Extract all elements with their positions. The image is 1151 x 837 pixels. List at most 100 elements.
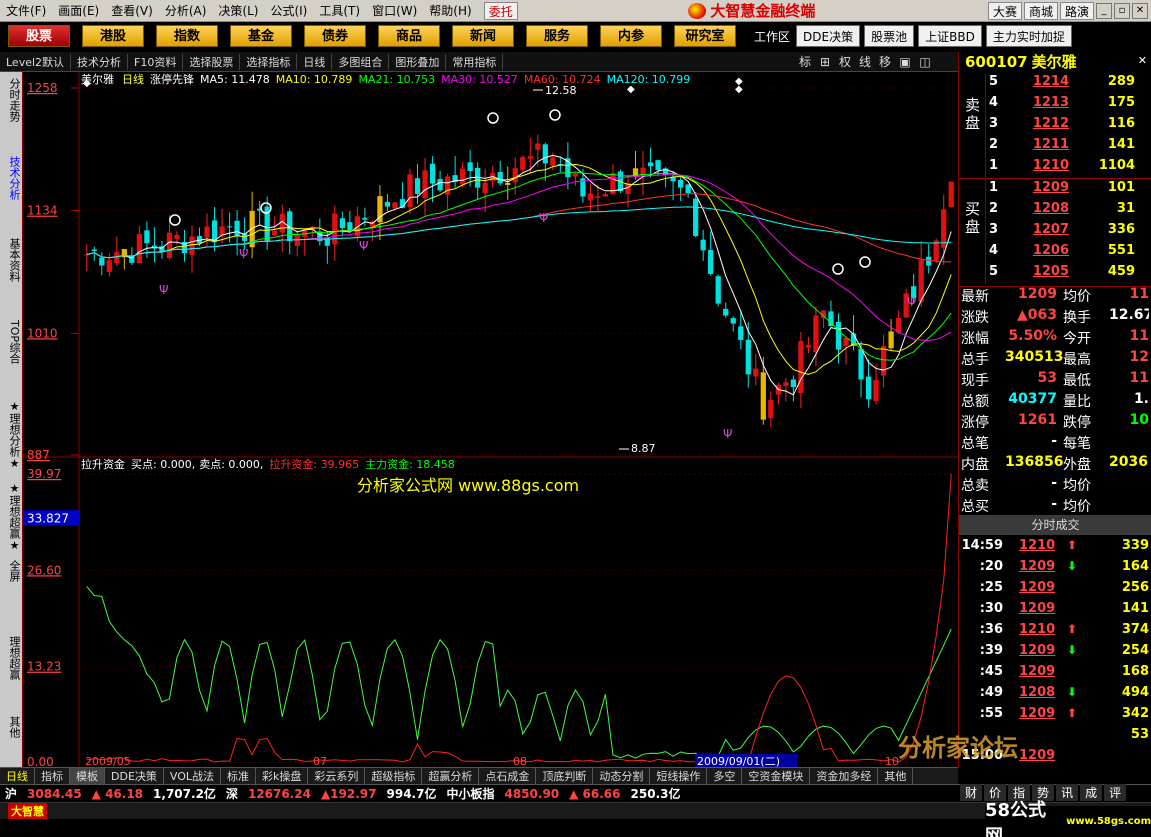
candle-body — [166, 232, 173, 259]
menu-file[interactable]: 文件(F) — [0, 0, 52, 22]
tab-fullscreen[interactable]: 全屏 — [2, 560, 21, 582]
stat-value: 11 — [1129, 370, 1149, 386]
stat-label: 总买 — [961, 499, 989, 515]
restore-icon[interactable]: ▫ — [1113, 2, 1130, 19]
crosshair-icon[interactable]: ⊞ — [815, 52, 835, 72]
ask-volume: 141 — [1107, 137, 1135, 152]
mall-button[interactable]: 商城 — [1023, 1, 1058, 20]
stat-value: - — [1051, 475, 1057, 491]
chart-svg[interactable]: 125811341010887美尔雅 日线 涨停先锋 MA5: 11.478 MA10:… — [23, 72, 959, 767]
nav-bonds[interactable]: 债券 — [304, 25, 366, 47]
nav-news[interactable]: 新闻 — [452, 25, 514, 47]
tab-ideal-analysis[interactable]: ★理想分析★ — [2, 400, 21, 470]
menu-tools[interactable]: 工具(T) — [313, 0, 366, 22]
delegate-button[interactable]: 委托 — [483, 1, 518, 20]
workspace-label[interactable]: 工作区 — [754, 28, 790, 45]
app-window: 文件(F) 画面(E) 查看(V) 分析(A) 决策(L) 公式(I) 工具(T… — [0, 0, 1151, 837]
indicator-tab[interactable]: 点石成金 — [479, 768, 537, 784]
stat-row: 涨跌 ▲063 换手 12.67 — [959, 307, 1151, 328]
indicator-tab[interactable]: VOL战法 — [164, 768, 222, 784]
nav-index[interactable]: 指数 — [156, 25, 218, 47]
indicator-tab[interactable]: 空资金模块 — [742, 768, 811, 784]
psi-marker-icon: Ψ — [723, 427, 732, 441]
tab-intraday[interactable]: 分时走势 — [2, 78, 21, 122]
toolbar-common-indicators[interactable]: 常用指标 — [446, 53, 504, 70]
indicator-tab[interactable]: 顶底判断 — [536, 768, 594, 784]
chart-area[interactable]: 1258 1134 1010 887 美尔雅 日线 涨停先锋 MA5: 11.478 MA10:… — [22, 72, 959, 767]
period-tab[interactable]: 日线 — [0, 768, 35, 784]
indicator-tab[interactable]: 彩k操盘 — [256, 768, 309, 784]
menu-help[interactable]: 帮助(H) — [423, 0, 477, 22]
tab-other[interactable]: 其他 — [2, 716, 21, 738]
nav-internal[interactable]: 内参 — [600, 25, 662, 47]
high-label: 12.58 — [545, 84, 577, 97]
toolbar-select-stock[interactable]: 选择股票 — [183, 53, 241, 70]
bid-row: 1 1209 101 — [959, 180, 1151, 201]
nav-research[interactable]: 研究室 — [674, 25, 736, 47]
indicator-tab[interactable]: 超赢分析 — [422, 768, 480, 784]
menu-view[interactable]: 查看(V) — [105, 0, 159, 22]
toolbar-tech-analysis[interactable]: 技术分析 — [71, 53, 129, 70]
toolbar-f10[interactable]: F10资料 — [128, 53, 184, 70]
menu-decision[interactable]: 决策(L) — [212, 0, 264, 22]
diamond-marker-icon: ◆ — [627, 84, 635, 95]
tab-fundamentals[interactable]: 基本资料 — [2, 238, 21, 282]
nav-funds[interactable]: 基金 — [230, 25, 292, 47]
menu-screen[interactable]: 画面(E) — [52, 0, 105, 22]
split-icon[interactable]: ◫ — [915, 52, 935, 72]
indicator-tab[interactable]: 彩云系列 — [308, 768, 366, 784]
menu-formula[interactable]: 公式(I) — [264, 0, 313, 22]
close-icon[interactable]: ✕ — [1131, 2, 1148, 19]
tab-ideal-win-2[interactable]: 理想超赢 — [2, 636, 21, 680]
indicator-tab[interactable]: 标准 — [221, 768, 257, 784]
status-item[interactable]: 评 — [1104, 784, 1127, 801]
tab-ideal-win[interactable]: ★理想超赢★ — [2, 482, 21, 552]
nav-stocks[interactable]: 股票 — [8, 25, 70, 47]
indicator-tab[interactable]: 模板 — [70, 768, 105, 784]
roadshow-button[interactable]: 路演 — [1059, 1, 1094, 20]
toolbar-select-indicator[interactable]: 选择指标 — [240, 53, 298, 70]
indicator-tab[interactable]: 其他 — [878, 768, 914, 784]
indicator-tab[interactable]: DDE决策 — [105, 768, 164, 784]
window-icon[interactable]: ▣ — [895, 52, 915, 72]
contest-button[interactable]: 大赛 — [987, 1, 1022, 20]
toolbar-daily[interactable]: 日线 — [297, 53, 333, 70]
nav-main-force[interactable]: 主力实时加捉 — [985, 25, 1072, 47]
candle-body — [753, 368, 759, 377]
menu-window[interactable]: 窗口(W) — [366, 0, 423, 22]
indicator-tab[interactable]: 指标 — [35, 768, 70, 784]
tick-row: :49 1208 ⬇ 494 — [959, 685, 1151, 706]
panel-close-icon[interactable]: ✕ — [1138, 54, 1147, 67]
indicator-tab[interactable]: 资金加多经 — [810, 768, 879, 784]
menu-analysis[interactable]: 分析(A) — [159, 0, 213, 22]
nav-hk-stocks[interactable]: 港股 — [82, 25, 144, 47]
nav-stock-pool[interactable]: 股票池 — [864, 25, 915, 47]
indicator-tab[interactable]: 超级指标 — [365, 768, 423, 784]
toolbar-overlay[interactable]: 图形叠加 — [389, 53, 447, 70]
nav-services[interactable]: 服务 — [526, 25, 588, 47]
indicator-tab[interactable]: 动态分割 — [593, 768, 651, 784]
indicator-tab[interactable]: 短线操作 — [650, 768, 708, 784]
move-icon[interactable]: 移 — [875, 52, 895, 72]
status-item[interactable]: 成 — [1080, 784, 1103, 801]
minimize-icon[interactable]: _ — [1095, 2, 1112, 19]
candle-body — [760, 372, 766, 420]
ask-row: 4 1213 175 — [959, 95, 1151, 116]
mark-icon[interactable]: 标 — [795, 52, 815, 72]
status-item[interactable]: 财 — [960, 784, 983, 801]
line-icon[interactable]: 线 — [855, 52, 875, 72]
stat-value: 136856 — [1005, 454, 1064, 470]
nav-commodities[interactable]: 商品 — [378, 25, 440, 47]
tick-header[interactable]: 分时成交 — [959, 515, 1151, 535]
indicator-tab[interactable]: 多空 — [707, 768, 743, 784]
toolbar-multi-chart[interactable]: 多图组合 — [332, 53, 390, 70]
nav-dde[interactable]: DDE决策 — [796, 25, 861, 47]
toolbar-level2[interactable]: Level2默认 — [0, 53, 72, 70]
rights-icon[interactable]: 权 — [835, 52, 855, 72]
tick-volume: 254 — [1121, 643, 1149, 658]
nav-bbd[interactable]: 上证BBD — [918, 25, 982, 47]
stat-label: 跌停 — [1063, 415, 1091, 431]
tab-top[interactable]: TOP综合 — [2, 320, 21, 364]
tab-technical[interactable]: 技术分析 — [2, 156, 21, 200]
app-title: 大智慧金融终端 — [688, 0, 815, 21]
